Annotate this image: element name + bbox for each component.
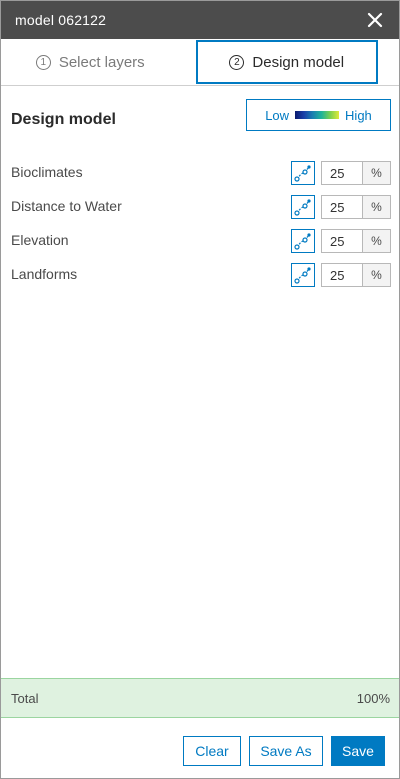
configure-transformation-icon[interactable]	[291, 161, 315, 185]
configure-transformation-icon[interactable]	[291, 195, 315, 219]
tab-design-model[interactable]: 2 Design model	[195, 40, 378, 84]
weight-input[interactable]	[321, 195, 363, 219]
percent-unit: %	[362, 263, 391, 287]
tab-select-layers[interactable]: 1 Select layers	[1, 39, 180, 85]
step-number-icon: 1	[35, 54, 51, 70]
step-tabs: 1 Select layers 2 Design model	[1, 39, 399, 86]
percent-unit: %	[362, 229, 391, 253]
step-number-icon: 2	[229, 54, 245, 70]
weight-input[interactable]	[321, 229, 363, 253]
clear-button[interactable]: Clear	[183, 736, 241, 766]
layer-label: Landforms	[11, 266, 78, 282]
configure-transformation-icon[interactable]	[291, 263, 315, 287]
save-button[interactable]: Save	[331, 736, 385, 766]
legend-high-label: High	[345, 107, 372, 123]
layer-row: Landforms %	[1, 263, 399, 287]
layer-row: Elevation %	[1, 229, 399, 253]
percent-unit: %	[362, 195, 391, 219]
color-ramp-swatch	[295, 111, 340, 119]
save-as-button[interactable]: Save As	[249, 736, 323, 766]
layer-label: Elevation	[11, 232, 69, 248]
layer-row: Bioclimates %	[1, 161, 399, 185]
total-value: 100%	[356, 691, 390, 706]
total-label: Total	[11, 691, 39, 706]
page-title: Design model	[11, 111, 116, 128]
legend-low-label: Low	[265, 107, 290, 123]
configure-transformation-icon[interactable]	[291, 229, 315, 253]
weight-input[interactable]	[321, 263, 363, 287]
layer-label: Bioclimates	[11, 164, 83, 180]
total-bar: Total 100%	[1, 678, 399, 718]
title-bar: model 062122	[1, 1, 399, 39]
tab-label: Select layers	[58, 53, 145, 71]
weight-input[interactable]	[321, 161, 363, 185]
layer-row: Distance to Water %	[1, 195, 399, 219]
window-title: model 062122	[15, 12, 107, 28]
close-icon[interactable]	[365, 10, 385, 30]
layer-label: Distance to Water	[11, 198, 122, 214]
model-panel: model 062122 1 Select layers 2 Design mo…	[0, 0, 400, 779]
tab-label: Design model	[252, 53, 345, 71]
heading-row: Design model Low High	[1, 98, 399, 142]
color-ramp-button[interactable]: Low High	[246, 99, 391, 131]
percent-unit: %	[362, 161, 391, 185]
